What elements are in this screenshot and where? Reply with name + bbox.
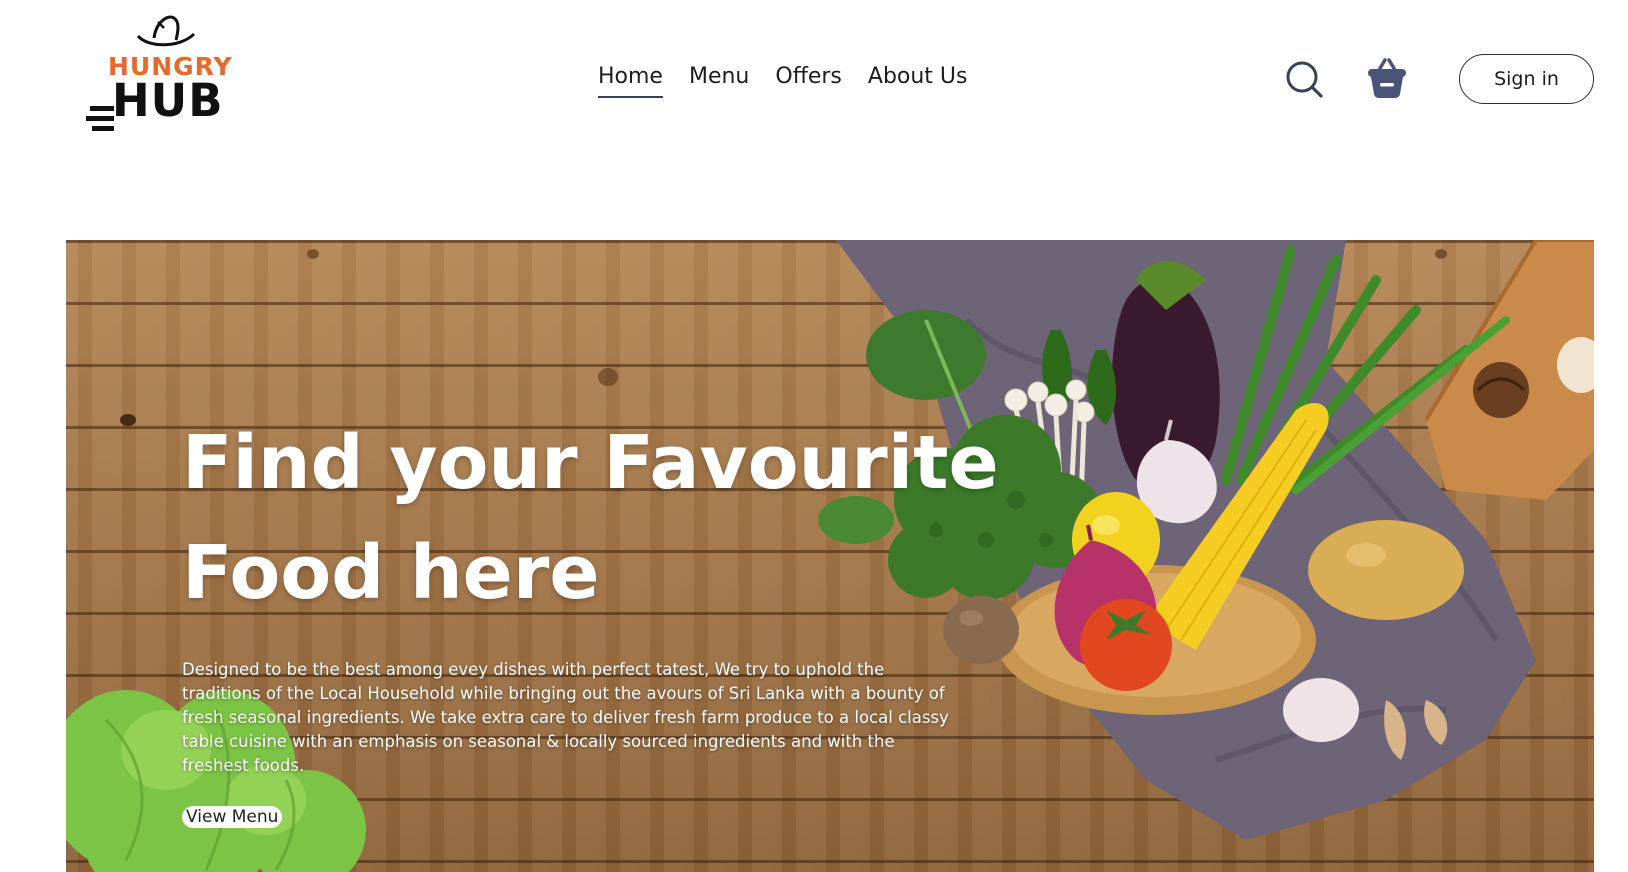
search-icon xyxy=(1286,61,1323,98)
main-nav: Home Menu Offers About Us xyxy=(598,64,968,99)
sign-in-button[interactable]: Sign in xyxy=(1459,54,1594,104)
page: HUNGRY HUB Home Menu Offers About Us Sig… xyxy=(0,0,1628,872)
search-button[interactable] xyxy=(1285,60,1325,100)
nav-offers[interactable]: Offers xyxy=(775,64,842,96)
nav-home[interactable]: Home xyxy=(598,64,663,99)
nav-about-us[interactable]: About Us xyxy=(868,64,968,96)
chef-hat-icon xyxy=(136,15,196,47)
logo-word-hub: HUB xyxy=(112,74,224,127)
view-menu-button[interactable]: View Menu xyxy=(182,806,283,828)
hero-banner: Find your Favourite Food here Designed t… xyxy=(66,240,1594,872)
cart-button[interactable] xyxy=(1366,56,1408,100)
basket-icon xyxy=(1368,58,1406,98)
hungry-hub-logo[interactable]: HUNGRY HUB xyxy=(86,14,236,131)
nav-menu[interactable]: Menu xyxy=(689,64,749,96)
hero-title: Find your Favourite Food here xyxy=(182,420,999,616)
hero-description: Designed to be the best among evey dishe… xyxy=(182,660,949,775)
